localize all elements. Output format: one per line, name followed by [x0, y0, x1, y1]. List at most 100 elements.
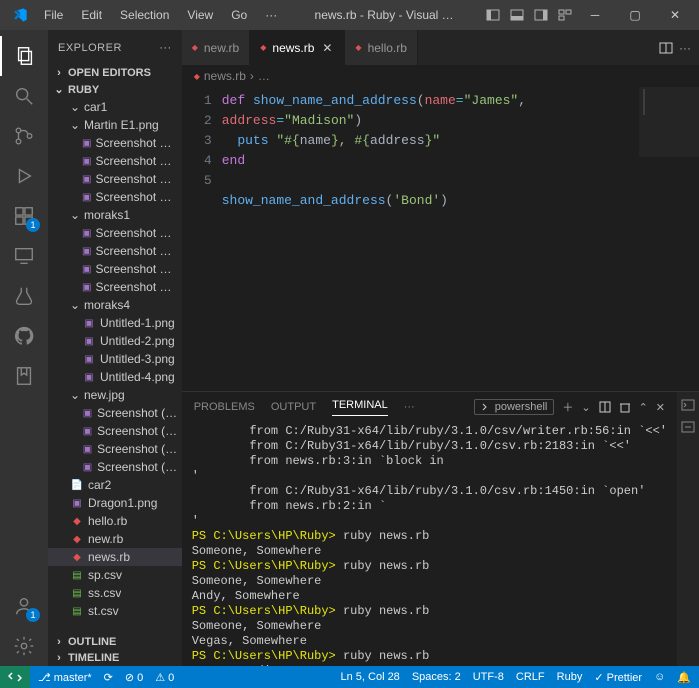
kill-terminal-icon[interactable]: [619, 401, 631, 413]
tree-item[interactable]: ⌄moraks1: [48, 206, 182, 224]
terminal-side-new-icon[interactable]: [681, 420, 695, 434]
menu-selection[interactable]: Selection: [112, 4, 177, 26]
tree-item[interactable]: ▣Dragon1.png: [48, 494, 182, 512]
folder-root-header[interactable]: ⌄RUBY: [48, 81, 182, 98]
tree-item[interactable]: ⌄Martin E1.png: [48, 116, 182, 134]
tree-item[interactable]: ▣Screenshot (1).png: [48, 404, 182, 422]
tree-item[interactable]: ▣Untitled-1.png: [48, 314, 182, 332]
tree-item[interactable]: ▣Screenshot 2022-01-…: [48, 134, 182, 152]
new-terminal-icon[interactable]: ＋: [562, 399, 573, 415]
tree-item[interactable]: ▣Screenshot 2022-01-…: [48, 242, 182, 260]
encoding[interactable]: UTF-8: [473, 671, 504, 683]
tree-item[interactable]: ▣Screenshot (2).png: [48, 422, 182, 440]
run-debug-icon[interactable]: [0, 156, 48, 196]
explorer-icon[interactable]: [0, 36, 48, 76]
errors-count[interactable]: ⊘ 0: [125, 671, 143, 684]
tree-item[interactable]: ▣Untitled-2.png: [48, 332, 182, 350]
menu-edit[interactable]: Edit: [73, 4, 110, 26]
problems-tab[interactable]: PROBLEMS: [194, 401, 255, 413]
code-editor[interactable]: 12345 def show_name_and_address(name="Ja…: [182, 87, 699, 391]
close-tab-icon[interactable]: ✕: [320, 41, 334, 55]
accounts-icon[interactable]: 1: [0, 586, 48, 626]
tree-item[interactable]: ◆news.rb: [48, 548, 182, 566]
tree-item[interactable]: ▣Screenshot (3).png: [48, 440, 182, 458]
tree-item[interactable]: ▣Untitled-4.png: [48, 368, 182, 386]
open-editors-header[interactable]: ›OPEN EDITORS: [48, 65, 182, 81]
remote-explorer-icon[interactable]: [0, 236, 48, 276]
menu-go[interactable]: Go: [223, 4, 255, 26]
git-branch[interactable]: ⎇ master*: [38, 671, 92, 684]
accounts-badge: 1: [26, 608, 40, 622]
more-actions-icon[interactable]: ···: [679, 41, 691, 55]
split-terminal-icon[interactable]: [599, 401, 611, 413]
code-content[interactable]: def show_name_and_address(name="James", …: [222, 87, 699, 391]
maximize-button[interactable]: ▢: [615, 0, 655, 30]
language-mode[interactable]: Ruby: [557, 671, 583, 683]
settings-gear-icon[interactable]: [0, 626, 48, 666]
tree-item[interactable]: ▣Screenshot 2022-02-…: [48, 188, 182, 206]
tree-item[interactable]: ▣Screenshot 2022-02-…: [48, 260, 182, 278]
editor-tabs: ◆new.rb◆news.rb✕◆hello.rb ···: [182, 30, 699, 65]
remote-indicator[interactable]: [0, 666, 30, 688]
breadcrumb[interactable]: ◆ news.rb › …: [182, 65, 699, 87]
tree-item[interactable]: ▤ss.csv: [48, 584, 182, 602]
tree-item[interactable]: ▤sp.csv: [48, 566, 182, 584]
tree-item[interactable]: ▤st.csv: [48, 602, 182, 620]
extensions-icon[interactable]: 1: [0, 196, 48, 236]
tree-item[interactable]: ⌄new.jpg: [48, 386, 182, 404]
menu-view[interactable]: View: [179, 4, 221, 26]
sync-icon[interactable]: ⟳: [104, 671, 113, 684]
terminal-dropdown-icon[interactable]: ⌄: [581, 401, 590, 414]
tree-item[interactable]: ▣Screenshot 2022-02-…: [48, 278, 182, 296]
source-control-icon[interactable]: [0, 116, 48, 156]
panel-side-toolbar: [677, 392, 699, 666]
tree-item[interactable]: ⌄car1: [48, 98, 182, 116]
close-button[interactable]: ✕: [655, 0, 695, 30]
window-controls: ─ ▢ ✕: [575, 0, 695, 30]
panel-left-icon[interactable]: [483, 5, 503, 25]
panel-more-icon[interactable]: ···: [404, 401, 415, 413]
split-editor-icon[interactable]: [659, 41, 673, 55]
close-panel-icon[interactable]: ✕: [656, 401, 665, 414]
tree-item[interactable]: ▣Screenshot 2022-02-…: [48, 170, 182, 188]
warnings-count[interactable]: ⚠ 0: [155, 671, 174, 684]
terminal-output[interactable]: from C:/Ruby31-x64/lib/ruby/3.1.0/csv/wr…: [182, 422, 677, 666]
prettier-status[interactable]: ✓ Prettier: [594, 671, 642, 684]
eol[interactable]: CRLF: [516, 671, 545, 683]
tree-item[interactable]: ▣Screenshot 2022-01-…: [48, 224, 182, 242]
editor-tab[interactable]: ◆news.rb✕: [250, 30, 345, 65]
terminal-side-icon[interactable]: [681, 398, 695, 412]
tree-item[interactable]: ▣Screenshot (4).png: [48, 458, 182, 476]
bookmark-icon[interactable]: [0, 356, 48, 396]
minimize-button[interactable]: ─: [575, 0, 615, 30]
testing-icon[interactable]: [0, 276, 48, 316]
notifications-icon[interactable]: 🔔: [677, 671, 691, 684]
terminal-tab[interactable]: TERMINAL: [332, 399, 388, 416]
cursor-position[interactable]: Ln 5, Col 28: [340, 671, 399, 683]
search-icon[interactable]: [0, 76, 48, 116]
tree-item[interactable]: 📄car2: [48, 476, 182, 494]
outline-header[interactable]: ›OUTLINE: [48, 634, 182, 650]
menu-···[interactable]: ···: [257, 4, 285, 26]
more-icon[interactable]: ···: [159, 42, 172, 54]
panel-right-icon[interactable]: [531, 5, 551, 25]
tree-item[interactable]: ◆hello.rb: [48, 512, 182, 530]
indentation[interactable]: Spaces: 2: [412, 671, 461, 683]
panel-bottom-icon[interactable]: [507, 5, 527, 25]
tree-item[interactable]: ▣Untitled-3.png: [48, 350, 182, 368]
tree-item[interactable]: ◆new.rb: [48, 530, 182, 548]
menu-file[interactable]: File: [36, 4, 71, 26]
maximize-panel-icon[interactable]: ⌃: [639, 401, 648, 414]
timeline-header[interactable]: ›TIMELINE: [48, 650, 182, 666]
output-tab[interactable]: OUTPUT: [271, 401, 316, 413]
tree-item[interactable]: ▣Screenshot 2022-02-…: [48, 152, 182, 170]
editor-tab[interactable]: ◆new.rb: [182, 30, 251, 65]
panel-tabs: PROBLEMS OUTPUT TERMINAL ··· powershell …: [182, 392, 677, 422]
feedback-icon[interactable]: ☺: [654, 671, 665, 683]
shell-selector[interactable]: powershell: [474, 399, 555, 415]
github-icon[interactable]: [0, 316, 48, 356]
minimap[interactable]: [639, 87, 699, 157]
tree-item[interactable]: ⌄moraks4: [48, 296, 182, 314]
editor-tab[interactable]: ◆hello.rb: [345, 30, 418, 65]
layout-grid-icon[interactable]: [555, 5, 575, 25]
